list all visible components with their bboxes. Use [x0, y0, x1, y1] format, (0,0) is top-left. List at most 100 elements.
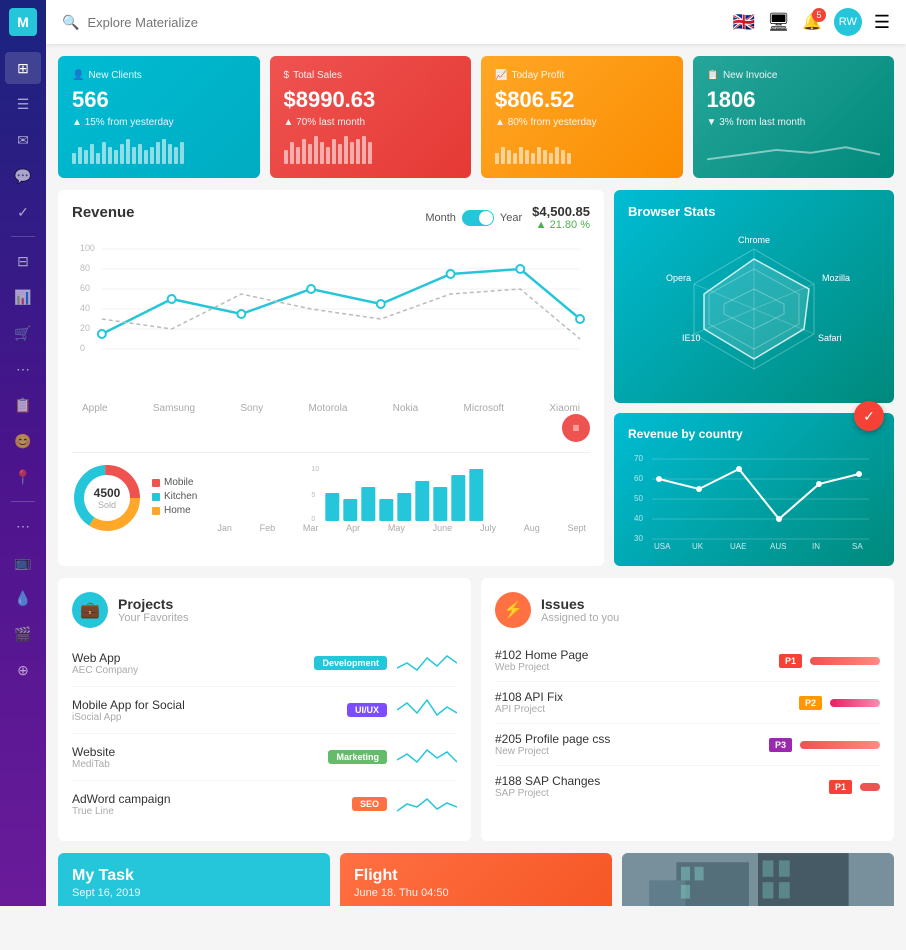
- issue-progress: [860, 783, 880, 791]
- toggle-switch[interactable]: [462, 210, 494, 226]
- sidebar: M ⊞ ☰ ✉ 💬 ✓ ⊟ 📊 🛒 ⋯ 📋 😊 📍 ⋯ 📺 💧 🎬 ⊕: [0, 0, 46, 906]
- svg-text:Safari: Safari: [818, 333, 842, 343]
- svg-text:USA: USA: [654, 542, 671, 549]
- svg-text:Mozilla: Mozilla: [822, 273, 850, 283]
- projects-card: 💼 Projects Your Favorites Web App AEC Co…: [58, 578, 471, 841]
- stat-card-total-sales: $ Total Sales $8990.63 ▲ 70% last month: [270, 56, 472, 178]
- main-content: 👤 New Clients 566 ▲ 15% from yesterday $…: [46, 44, 906, 906]
- bar-x-labels: JanFebMarAprMayJuneJulyAugSept: [213, 523, 590, 533]
- header-actions: 🇬🇧 🖥 🔔 5 RW ☰: [733, 8, 890, 36]
- mini-chart: [72, 136, 246, 164]
- issues-title-group: Issues Assigned to you: [541, 596, 619, 624]
- stat-card-change: ▲ 70% last month: [284, 117, 458, 128]
- donut-label: Sold: [94, 500, 121, 510]
- revenue-title: Revenue: [72, 204, 135, 221]
- revenue-chart: 100 80 60 40 20 0: [72, 239, 590, 399]
- sidebar-item-maps[interactable]: 📍: [5, 461, 41, 493]
- monitor-icon[interactable]: 🖥: [767, 12, 790, 33]
- flight-card: Flight June 18. Thu 04:50 LDN London ✈ S…: [340, 853, 612, 906]
- avatar[interactable]: RW: [834, 8, 862, 36]
- sidebar-item-users[interactable]: 😊: [5, 425, 41, 457]
- stat-card-title: 📋 New Invoice: [707, 70, 881, 81]
- revenue-view-toggle: Month Year: [425, 210, 522, 226]
- priority-badge: P3: [769, 738, 792, 752]
- project-tag: SEO: [352, 797, 387, 811]
- sidebar-item-menu[interactable]: ☰: [5, 88, 41, 120]
- invoice-icon: 📋: [707, 70, 719, 81]
- issues-subtitle: Assigned to you: [541, 612, 619, 624]
- project-tag: Development: [314, 656, 387, 670]
- middle-section: Revenue Month Year $4,500.85 ▲ 21.80 %: [58, 190, 894, 566]
- bar-chart: 10 5 0: [213, 463, 590, 533]
- projects-issues-section: 💼 Projects Your Favorites Web App AEC Co…: [58, 578, 894, 841]
- sidebar-item-tasks[interactable]: ✓: [5, 196, 41, 228]
- donut-value: 4500: [94, 486, 121, 500]
- sidebar-item-dashboard[interactable]: ⊞: [5, 52, 41, 84]
- projects-header: 💼 Projects Your Favorites: [72, 592, 457, 628]
- sidebar-item-cart[interactable]: 🛒: [5, 317, 41, 349]
- svg-text:100: 100: [80, 243, 95, 253]
- priority-badge: P2: [799, 696, 822, 710]
- revenue-country-card: ✓ Revenue by country 70 60 50 40 30: [614, 413, 894, 566]
- sidebar-item-more1[interactable]: ⋯: [5, 353, 41, 385]
- flag-icon[interactable]: 🇬🇧: [733, 12, 755, 33]
- issues-header: ⚡ Issues Assigned to you: [495, 592, 880, 628]
- search-input[interactable]: [87, 15, 287, 30]
- sidebar-item-chat[interactable]: 💬: [5, 160, 41, 192]
- app-logo[interactable]: M: [9, 8, 37, 36]
- issue-info: #108 API Fix API Project: [495, 690, 799, 715]
- issue-progress: [830, 699, 880, 707]
- projects-icon: 💼: [72, 592, 108, 628]
- stat-card-title: 📈 Today Profit: [495, 70, 669, 81]
- task-title: My Task: [72, 867, 316, 885]
- project-row-3: AdWord campaign True Line SEO: [72, 781, 457, 827]
- issues-card: ⚡ Issues Assigned to you #102 Home Page …: [481, 578, 894, 841]
- right-panel: Browser Stats Chrome: [614, 190, 894, 566]
- sidebar-item-charts[interactable]: 📊: [5, 281, 41, 313]
- revenue-fab-button[interactable]: ≡: [562, 414, 590, 442]
- sidebar-item-theme[interactable]: 💧: [5, 582, 41, 614]
- sidebar-item-layouts[interactable]: ⊟: [5, 245, 41, 277]
- legend-home: Home: [152, 505, 197, 516]
- sidebar-item-media[interactable]: 📺: [5, 546, 41, 578]
- donut-container: 4500 Sold Mobile Kitchen: [72, 463, 197, 533]
- sidebar-item-add[interactable]: ⊕: [5, 654, 41, 686]
- dollar-icon: $: [284, 70, 290, 81]
- priority-badge: P1: [779, 654, 802, 668]
- sidebar-item-more2[interactable]: ⋯: [5, 510, 41, 542]
- issue-row-2: #205 Profile page css New Project P3: [495, 724, 880, 766]
- svg-text:0: 0: [312, 516, 316, 523]
- country-title: Revenue by country: [628, 427, 880, 441]
- svg-text:5: 5: [312, 492, 316, 499]
- search-container: 🔍: [62, 14, 733, 31]
- issue-row-1: #108 API Fix API Project P2: [495, 682, 880, 724]
- svg-text:30: 30: [634, 534, 643, 543]
- svg-text:10: 10: [312, 466, 320, 473]
- sidebar-item-reports[interactable]: 📋: [5, 389, 41, 421]
- issues-title: Issues: [541, 596, 619, 612]
- fab-button[interactable]: ✓: [854, 401, 884, 431]
- projects-subtitle: Your Favorites: [118, 612, 189, 624]
- svg-text:AUS: AUS: [770, 542, 786, 549]
- notification-badge: 5: [812, 8, 826, 22]
- menu-icon[interactable]: ☰: [874, 12, 890, 33]
- mini-chart: [495, 136, 669, 164]
- stat-card-change: ▼ 3% from last month: [707, 117, 881, 128]
- sidebar-item-video[interactable]: 🎬: [5, 618, 41, 650]
- search-icon: 🔍: [62, 14, 79, 31]
- header: 🔍 🇬🇧 🖥 🔔 5 RW ☰: [46, 0, 906, 44]
- stat-card-value: $8990.63: [284, 87, 458, 113]
- svg-text:0: 0: [80, 343, 85, 353]
- person-icon: 👤: [72, 70, 84, 81]
- legend-mobile: Mobile: [152, 477, 197, 488]
- stat-card-new-clients: 👤 New Clients 566 ▲ 15% from yesterday: [58, 56, 260, 178]
- browser-stats-title: Browser Stats: [628, 204, 880, 219]
- stat-card-change: ▲ 80% from yesterday: [495, 117, 669, 128]
- sidebar-item-mail[interactable]: ✉: [5, 124, 41, 156]
- svg-text:IE10: IE10: [682, 333, 701, 343]
- stat-card-title: $ Total Sales: [284, 70, 458, 81]
- stat-card-change: ▲ 15% from yesterday: [72, 117, 246, 128]
- notification-bell[interactable]: 🔔 5: [802, 12, 822, 32]
- issue-info: #188 SAP Changes SAP Project: [495, 774, 829, 799]
- priority-badge: P1: [829, 780, 852, 794]
